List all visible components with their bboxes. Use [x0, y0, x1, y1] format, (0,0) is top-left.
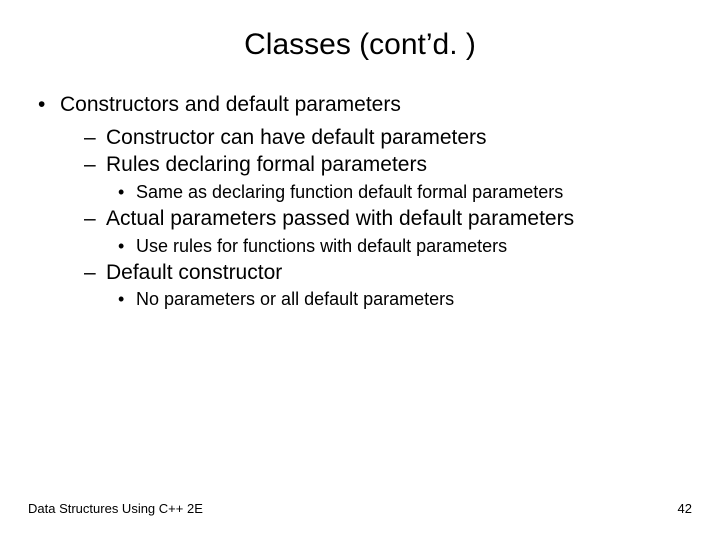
bullet-l2: Rules declaring formal parameters Same a…: [84, 152, 690, 204]
bullet-l1: Constructors and default parameters Cons…: [40, 92, 690, 311]
slide: Classes (cont’d. ) Constructors and defa…: [0, 0, 720, 540]
bullet-text: Default constructor: [106, 261, 282, 284]
bullet-l2: Actual parameters passed with default pa…: [84, 206, 690, 258]
bullet-l3: No parameters or all default parameters: [118, 288, 690, 311]
bullet-text: Same as declaring function default forma…: [136, 182, 563, 202]
bullet-list-level1: Constructors and default parameters Cons…: [30, 92, 690, 311]
slide-footer: Data Structures Using C++ 2E 42: [0, 499, 720, 519]
footer-source: Data Structures Using C++ 2E: [28, 499, 203, 519]
bullet-list-level2: Constructor can have default parameters …: [40, 125, 690, 312]
bullet-text: Rules declaring formal parameters: [106, 153, 427, 176]
bullet-l3: Same as declaring function default forma…: [118, 181, 690, 204]
bullet-list-level3: Use rules for functions with default par…: [84, 235, 690, 258]
bullet-text: Actual parameters passed with default pa…: [106, 207, 574, 230]
slide-title: Classes (cont’d. ): [0, 0, 720, 62]
bullet-text: Use rules for functions with default par…: [136, 236, 507, 256]
bullet-list-level3: No parameters or all default parameters: [84, 288, 690, 311]
bullet-l2: Constructor can have default parameters: [84, 125, 690, 152]
bullet-text: Constructor can have default parameters: [106, 126, 487, 149]
bullet-l2: Default constructor No parameters or all…: [84, 260, 690, 312]
bullet-text: No parameters or all default parameters: [136, 289, 454, 309]
bullet-text: Constructors and default parameters: [60, 93, 401, 116]
slide-body: Constructors and default parameters Cons…: [0, 62, 720, 311]
bullet-l3: Use rules for functions with default par…: [118, 235, 690, 258]
page-number: 42: [678, 499, 692, 519]
bullet-list-level3: Same as declaring function default forma…: [84, 181, 690, 204]
